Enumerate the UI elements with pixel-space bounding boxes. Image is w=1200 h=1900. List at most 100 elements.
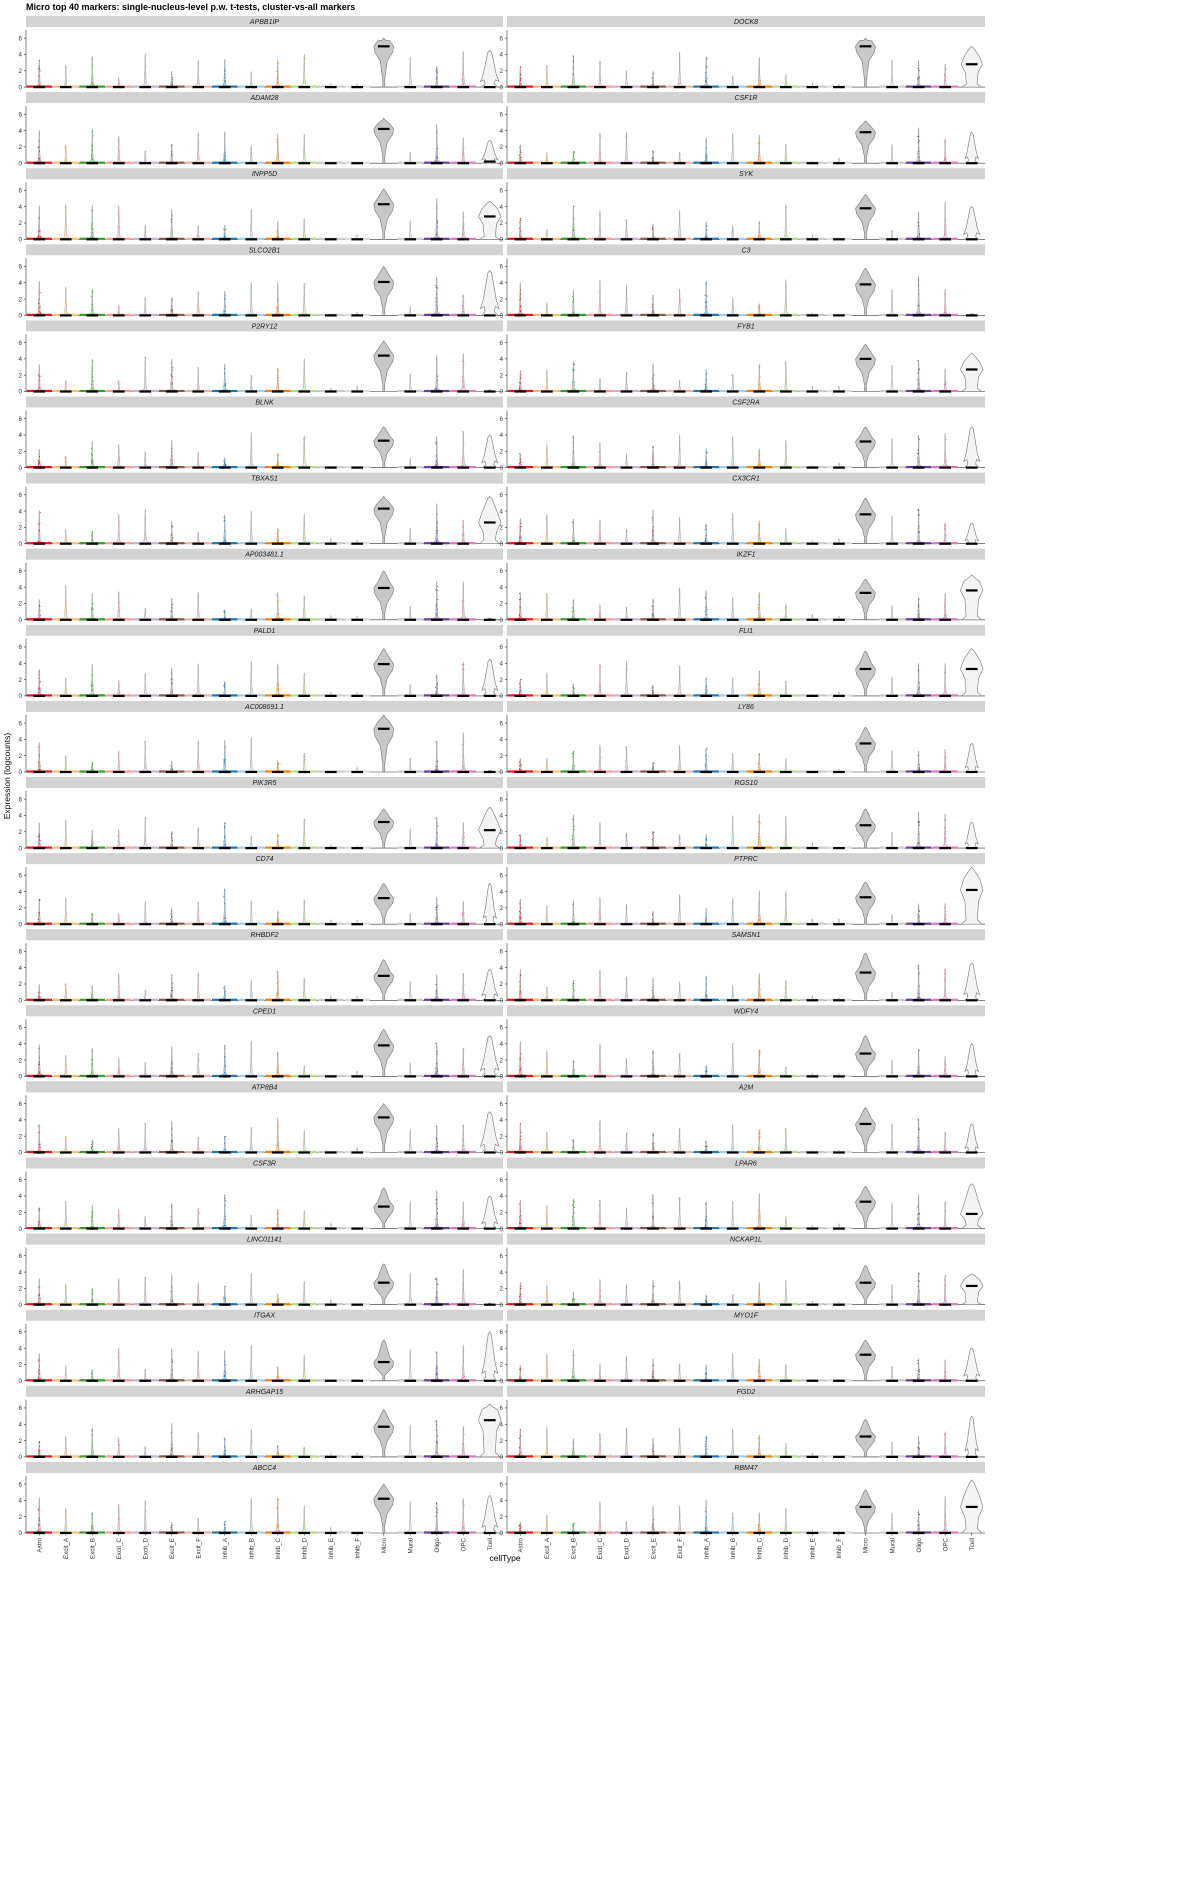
data-point	[143, 311, 145, 313]
data-point	[545, 379, 547, 381]
y-tick-label: 4	[19, 204, 23, 211]
facet-strip-label: CSF2RA	[732, 400, 760, 407]
data-point	[117, 158, 120, 160]
median-bar	[86, 847, 99, 850]
data-point	[304, 234, 306, 236]
data-point	[461, 376, 463, 378]
median-bar	[192, 923, 205, 926]
median-bar	[647, 542, 659, 545]
data-point	[944, 819, 947, 821]
data-point	[92, 360, 94, 362]
data-point	[436, 921, 438, 923]
data-point	[461, 78, 463, 80]
data-point	[519, 537, 521, 539]
data-point	[277, 311, 279, 313]
data-point	[224, 295, 226, 297]
data-point	[436, 220, 439, 222]
data-point	[224, 616, 226, 618]
data-point	[917, 379, 919, 381]
median-bar	[965, 63, 978, 66]
data-point	[90, 296, 92, 298]
data-point	[520, 305, 522, 307]
data-point	[249, 290, 251, 292]
data-point	[143, 75, 145, 77]
data-point	[652, 157, 654, 159]
data-point	[545, 310, 547, 312]
data-point	[545, 689, 547, 691]
data-point	[65, 762, 67, 764]
median-bar	[218, 923, 231, 926]
median-bar	[430, 542, 443, 545]
data-point	[572, 819, 574, 821]
median-bar	[833, 694, 845, 697]
data-point	[91, 844, 93, 846]
median-bar	[859, 45, 872, 48]
data-point	[224, 310, 226, 312]
median-bar	[192, 618, 205, 621]
data-point	[520, 916, 522, 918]
data-point	[304, 386, 306, 388]
data-point	[435, 693, 437, 695]
data-point	[92, 376, 94, 378]
data-point	[436, 585, 438, 587]
data-point	[705, 759, 707, 761]
median-bar	[965, 847, 978, 850]
data-point	[303, 765, 305, 767]
median-bar	[483, 923, 496, 926]
data-point	[250, 838, 252, 840]
data-point	[38, 754, 40, 756]
data-point	[545, 232, 547, 234]
data-point	[679, 312, 681, 314]
data-point	[223, 917, 225, 920]
data-point	[304, 147, 306, 149]
data-point	[625, 231, 627, 233]
data-point	[145, 840, 147, 842]
data-point	[38, 307, 40, 309]
data-point	[145, 359, 147, 361]
data-point	[197, 310, 199, 312]
y-tick-label: 4	[500, 584, 504, 591]
median-bar	[886, 618, 898, 621]
data-point	[572, 540, 574, 543]
data-point	[463, 912, 465, 914]
data-point	[37, 835, 39, 838]
data-point	[198, 79, 200, 81]
data-point	[250, 844, 252, 846]
data-point	[757, 821, 759, 823]
median-bar	[594, 847, 606, 850]
data-point	[706, 534, 708, 536]
data-point	[784, 538, 786, 540]
data-point	[435, 918, 437, 920]
data-point	[731, 77, 733, 79]
data-point	[251, 531, 253, 533]
data-point	[170, 458, 172, 460]
data-point	[785, 383, 787, 385]
data-point	[119, 217, 121, 219]
data-point	[652, 160, 654, 162]
data-point	[462, 57, 464, 59]
data-point	[732, 138, 734, 140]
data-point	[251, 845, 253, 847]
data-point	[91, 292, 93, 294]
data-point	[90, 225, 92, 227]
data-point	[223, 154, 225, 156]
data-point	[652, 913, 654, 915]
data-point	[170, 535, 172, 537]
data-point	[757, 762, 759, 764]
y-tick-label: 0	[19, 237, 23, 244]
median-bar	[245, 542, 258, 545]
data-point	[303, 763, 305, 765]
data-point	[653, 388, 655, 390]
data-point	[678, 223, 680, 225]
data-point	[144, 742, 146, 744]
data-point	[304, 819, 306, 821]
data-point	[706, 691, 708, 693]
data-point	[625, 79, 627, 81]
data-point	[599, 159, 601, 161]
data-point	[198, 841, 200, 844]
data-point	[436, 832, 438, 834]
data-point	[64, 692, 66, 694]
y-tick-label: 6	[500, 872, 504, 879]
median-bar	[430, 770, 443, 774]
data-point	[91, 82, 93, 84]
